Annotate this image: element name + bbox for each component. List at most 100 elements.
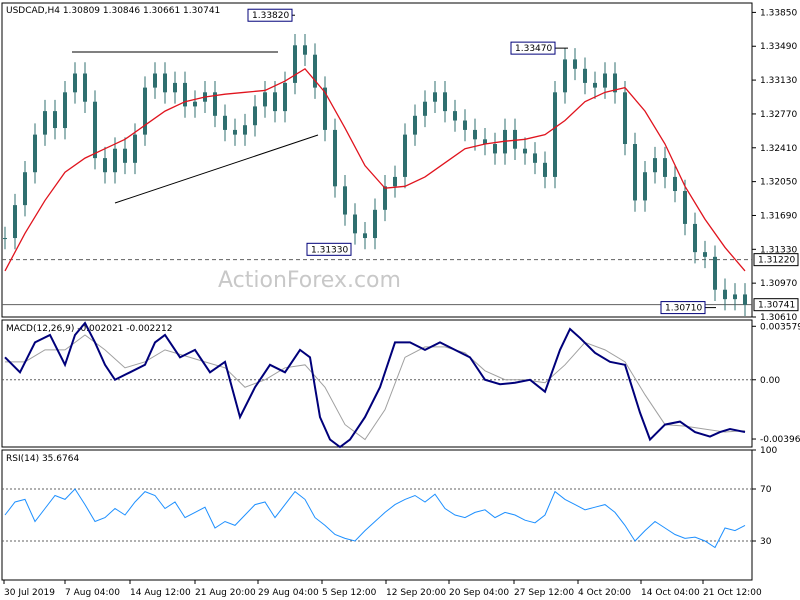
candle-body — [83, 73, 87, 102]
candle-body — [543, 162, 547, 177]
x-tick-label: 12 Sep 20:00 — [386, 588, 446, 598]
candle-body — [383, 186, 387, 210]
candle-body — [633, 144, 637, 201]
candle-body — [143, 87, 147, 135]
candle-body — [103, 158, 107, 173]
x-tick-label: 5 Sep 12:00 — [322, 588, 377, 598]
rsi-tick-label: 70 — [760, 485, 772, 495]
candle-body — [463, 120, 467, 130]
x-tick-label: 21 Aug 20:00 — [195, 588, 256, 598]
candle-body — [683, 191, 687, 224]
candle-body — [163, 73, 167, 93]
x-tick-label: 14 Aug 12:00 — [130, 588, 191, 598]
x-tick-label: 20 Sep 04:00 — [449, 588, 509, 598]
candle-body — [283, 82, 287, 112]
annotation-label: 1.33820 — [252, 11, 289, 21]
candle-body — [623, 92, 627, 145]
rsi-tick-label: 30 — [760, 537, 772, 547]
candle-body — [343, 186, 347, 215]
candle-body — [553, 92, 557, 177]
x-tick-label: 27 Sep 12:00 — [514, 588, 574, 598]
watermark: ActionForex.com — [218, 268, 401, 293]
candle-body — [353, 214, 357, 234]
x-tick-label: 30 Jul 2019 — [4, 588, 55, 598]
candle-body — [193, 101, 197, 107]
candle-body — [513, 129, 517, 149]
candle-body — [263, 92, 267, 107]
annotation-label: 1.31330 — [311, 245, 348, 255]
candle-body — [73, 73, 77, 93]
rsi-tick-label: 100 — [760, 446, 777, 456]
candle-body — [363, 233, 367, 239]
candle-body — [63, 92, 67, 129]
candle-body — [293, 45, 297, 83]
price-box-label: 1.30741 — [758, 301, 795, 311]
price-tick-label: 1.32050 — [760, 178, 797, 188]
price-tick-label: 1.32410 — [760, 144, 797, 154]
candle-body — [403, 134, 407, 177]
candle-body — [423, 101, 427, 116]
candle-body — [43, 111, 47, 135]
candle-body — [473, 129, 477, 140]
rsi-line — [4, 488, 746, 549]
annotation-label: 1.30710 — [665, 304, 702, 314]
annotation-label: 1.33470 — [515, 44, 552, 54]
macd-line — [4, 321, 746, 449]
candle-body — [243, 125, 247, 135]
candle-body — [603, 73, 607, 88]
price-tick-label: 1.33850 — [760, 8, 797, 18]
candle-body — [373, 209, 377, 239]
candle-body — [333, 129, 337, 187]
candle-body — [453, 111, 457, 121]
candle-body — [593, 82, 597, 88]
candle-body — [53, 111, 57, 129]
candle-body — [733, 294, 737, 300]
x-tick-label: 21 Oct 12:00 — [703, 588, 762, 598]
candle-body — [673, 176, 677, 192]
price-tick-label: 1.32770 — [760, 110, 797, 120]
candle-body — [653, 158, 657, 173]
candle-body — [563, 59, 567, 93]
x-tick-label: 29 Aug 04:00 — [258, 588, 319, 598]
candle-body — [173, 82, 177, 93]
candle-body — [153, 73, 157, 88]
candle-body — [533, 153, 537, 163]
candle-body — [723, 289, 727, 300]
chart-svg: 1.33850 1.33490 1.33130 1.32770 1.32410 1.320… — [1, 2, 800, 598]
candle-body — [303, 45, 307, 55]
candle-body — [393, 176, 397, 187]
candle-body — [253, 106, 257, 126]
macd-tick-label: 0.00 — [760, 376, 780, 386]
price-tick-label: 1.33490 — [760, 42, 797, 52]
candle-body — [713, 256, 717, 290]
candle-body — [133, 134, 137, 163]
candle-body — [273, 92, 277, 112]
candle-body — [223, 115, 227, 130]
price-tick-label: 1.33130 — [760, 76, 797, 86]
candle-body — [23, 172, 27, 206]
pane-frame-1 — [1, 319, 753, 448]
candle-body — [493, 144, 497, 154]
candle-body — [413, 115, 417, 135]
candle-body — [703, 252, 707, 257]
price-tick-label: 1.30970 — [760, 279, 797, 289]
candle-body — [743, 294, 747, 305]
candle-body — [433, 92, 437, 102]
rsi-header: RSI(14) 35.6764 — [6, 454, 79, 464]
candle-body — [93, 101, 97, 159]
candle-body — [233, 129, 237, 135]
candle-body — [3, 238, 7, 240]
candle-body — [583, 68, 587, 83]
price-box-label: 1.31220 — [758, 256, 795, 266]
candle-body — [663, 158, 667, 177]
candle-body — [13, 205, 17, 239]
candle-body — [33, 134, 37, 173]
x-tick-label: 14 Oct 04:00 — [641, 588, 700, 598]
macd-tick-label: -0.003966 — [760, 435, 800, 445]
candle-body — [573, 59, 577, 69]
x-tick-label: 4 Oct 20:00 — [578, 588, 631, 598]
pane-frame-2 — [1, 449, 753, 581]
macd-signal-line — [5, 334, 746, 441]
candle-body — [123, 148, 127, 163]
macd-tick-label: 0.003579 — [760, 322, 800, 332]
